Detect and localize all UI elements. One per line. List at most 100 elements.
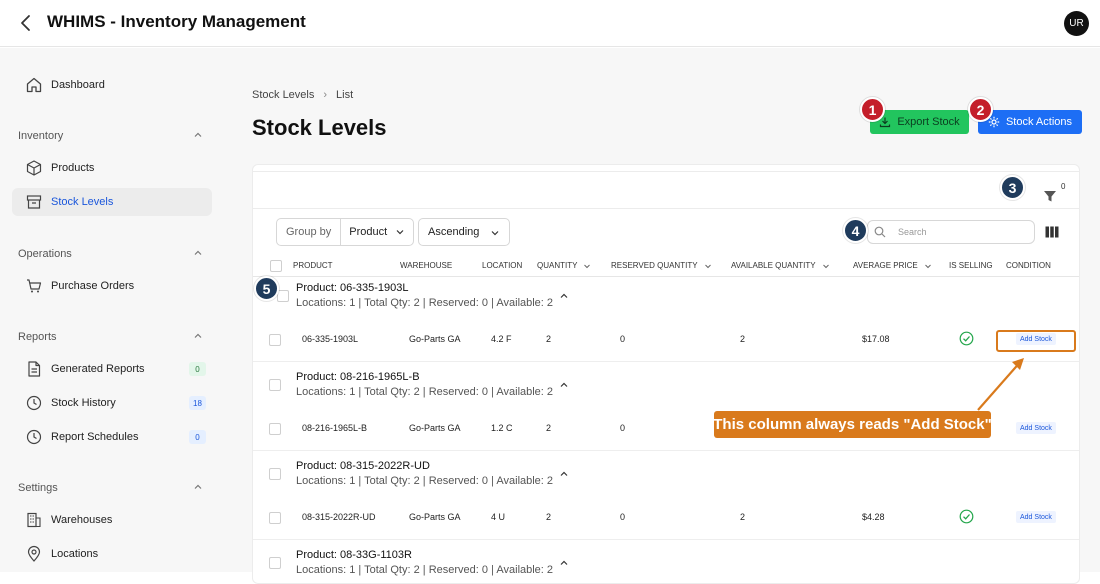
cell-product: 08-216-1965L-B [302, 423, 368, 433]
main-content: Stock Levels › List Stock Levels Export … [236, 48, 1100, 584]
column-header-available-quantity[interactable]: Available Quantity [731, 261, 830, 270]
column-header-average-price[interactable]: Average Price [853, 261, 932, 270]
sidebar-item-stock-history[interactable]: Stock History 18 [12, 389, 212, 417]
chevron-up-icon [194, 132, 202, 137]
avatar[interactable]: UR [1064, 11, 1089, 36]
table-row[interactable]: 08-315-2022R-UD Go-Parts GA 4 U 2 0 2 $4… [253, 498, 1079, 538]
column-header-label: Available Quantity [731, 261, 816, 270]
group-summary: Locations: 1 | Total Qty: 2 | Reserved: … [296, 564, 554, 576]
add-stock-button[interactable]: Add Stock [1016, 511, 1056, 523]
row-checkbox[interactable] [269, 423, 281, 435]
chevron-left-icon[interactable] [16, 12, 36, 34]
cell-available: 2 [740, 334, 746, 344]
group-checkbox[interactable] [269, 379, 281, 391]
group-summary: Locations: 1 | Total Qty: 2 | Reserved: … [296, 386, 554, 398]
section-operations[interactable]: Operations [18, 248, 204, 260]
group-checkbox[interactable] [269, 557, 281, 569]
column-header-quantity[interactable]: Quantity [537, 261, 591, 270]
row-divider [253, 361, 1079, 362]
group-title: Product: 08-216-1965L-B [296, 371, 420, 383]
sidebar-item-report-schedules[interactable]: Report Schedules 0 [12, 423, 212, 451]
section-inventory[interactable]: Inventory [18, 130, 204, 142]
row-checkbox[interactable] [269, 512, 281, 524]
section-reports[interactable]: Reports [18, 331, 204, 343]
app-title: WHIMS - Inventory Management [47, 12, 306, 31]
clock-icon [25, 428, 43, 446]
sidebar: Dashboard Inventory Products Stock Level… [0, 48, 236, 572]
breadcrumb-parent[interactable]: Stock Levels [252, 89, 314, 101]
cell-location: 1.2 C [491, 423, 513, 433]
document-icon [25, 360, 43, 378]
group-by-select[interactable]: Group by Product [276, 218, 415, 246]
add-stock-button[interactable]: Add Stock [1016, 422, 1056, 434]
sidebar-item-generated-reports[interactable]: Generated Reports 0 [12, 355, 212, 383]
cell-location: 4 U [491, 512, 506, 522]
column-header-warehouse[interactable]: Warehouse [400, 261, 452, 270]
cell-available: 2 [740, 512, 746, 522]
filter-icon[interactable] [1043, 189, 1057, 203]
annotation-badge-4: 4 [843, 218, 868, 243]
cell-reserved: 0 [620, 334, 626, 344]
cell-warehouse: Go-Parts GA [409, 512, 461, 522]
table-header: Product Warehouse Location Quantity Rese… [253, 255, 1079, 277]
section-label: Inventory [18, 130, 64, 142]
chevron-up-icon[interactable] [559, 291, 569, 301]
sidebar-item-purchase-orders[interactable]: Purchase Orders [12, 272, 212, 300]
columns-icon[interactable] [1045, 226, 1059, 238]
cell-warehouse: Go-Parts GA [409, 334, 461, 344]
count-badge: 0 [189, 362, 206, 376]
stock-actions-button[interactable]: Stock Actions [978, 110, 1082, 134]
sidebar-item-label: Dashboard [51, 79, 105, 91]
section-label: Reports [18, 331, 57, 343]
group-checkbox[interactable] [277, 290, 289, 302]
sidebar-item-products[interactable]: Products [12, 154, 212, 182]
column-header-is-selling[interactable]: Is Selling [949, 261, 993, 270]
annotation-badge-1: 1 [860, 97, 885, 122]
chevron-up-icon[interactable] [559, 380, 569, 390]
column-header-product[interactable]: Product [293, 261, 333, 270]
count-badge: 0 [189, 430, 206, 444]
table-toolbar: Group by Product Ascending Search [253, 210, 1079, 256]
sidebar-item-label: Purchase Orders [51, 280, 135, 292]
row-checkbox[interactable] [269, 334, 281, 346]
cell-product: 08-315-2022R-UD [302, 512, 376, 522]
group-summary: Locations: 1 | Total Qty: 2 | Reserved: … [296, 297, 554, 309]
chevron-right-icon: › [323, 89, 328, 101]
search-input[interactable]: Search [867, 220, 1035, 244]
chevron-up-icon[interactable] [559, 558, 569, 568]
section-settings[interactable]: Settings [18, 482, 204, 494]
column-header-reserved-quantity[interactable]: Reserved Quantity [611, 261, 712, 270]
search-icon [874, 226, 886, 238]
group-title: Product: 08-315-2022R-UD [296, 460, 430, 472]
chevron-up-icon [194, 333, 202, 338]
chevron-up-icon[interactable] [559, 469, 569, 479]
group-checkbox[interactable] [269, 468, 281, 480]
column-header-location[interactable]: Location [482, 261, 522, 270]
filter-row: 0 [253, 171, 1079, 209]
sidebar-item-locations[interactable]: Locations [12, 540, 212, 568]
row-divider [253, 539, 1079, 540]
cell-warehouse: Go-Parts GA [409, 423, 461, 433]
check-circle-icon [959, 331, 974, 346]
sidebar-item-label: Products [51, 162, 95, 174]
filter-count: 0 [1061, 182, 1066, 191]
sort-order-select[interactable]: Ascending [418, 218, 510, 246]
breadcrumb: Stock Levels › List [252, 89, 353, 101]
chevron-down-icon [396, 230, 404, 235]
export-stock-button[interactable]: Export Stock [870, 110, 969, 134]
select-all-checkbox[interactable] [270, 260, 282, 272]
annotation-callout: This column always reads "Add Stock" [713, 411, 992, 438]
home-icon [25, 76, 43, 94]
sidebar-item-stock-levels[interactable]: Stock Levels [12, 188, 212, 216]
column-header-condition[interactable]: Condition [1006, 261, 1051, 270]
section-label: Operations [18, 248, 72, 260]
row-divider [253, 450, 1079, 451]
arrow-icon [977, 358, 1024, 411]
sidebar-item-dashboard[interactable]: Dashboard [12, 71, 212, 99]
sidebar-item-warehouses[interactable]: Warehouses [12, 506, 212, 534]
group-by-label: Group by [277, 219, 342, 245]
stock-actions-label: Stock Actions [1005, 116, 1073, 128]
archive-icon [25, 193, 43, 211]
table-row[interactable]: 06-335-1903L Go-Parts GA 4.2 F 2 0 2 $17… [253, 320, 1079, 360]
group-summary: Locations: 1 | Total Qty: 2 | Reserved: … [296, 475, 554, 487]
